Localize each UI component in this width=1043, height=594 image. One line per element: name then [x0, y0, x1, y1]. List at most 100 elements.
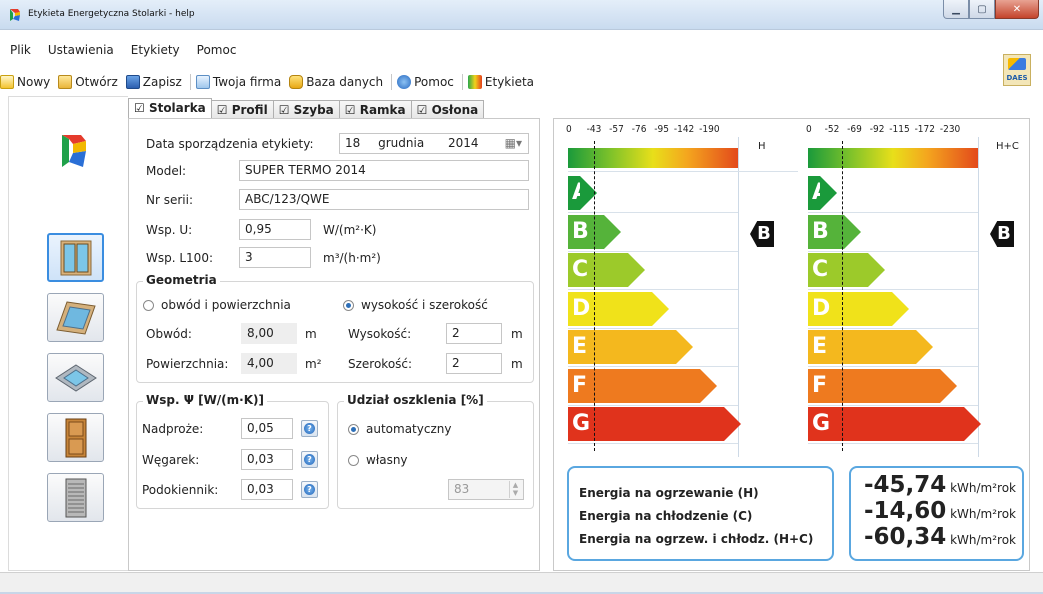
- minimize-button[interactable]: ▁: [943, 0, 969, 19]
- close-button[interactable]: ✕: [995, 0, 1039, 19]
- tab-oslona[interactable]: ☑ Osłona: [410, 100, 485, 119]
- tab-label: Szyba: [293, 103, 334, 117]
- help-icon: ?: [304, 423, 315, 434]
- scale-tick: -190: [699, 124, 720, 135]
- title-bar: Etykieta Energetyczna Stolarki - help ▁ …: [0, 0, 1043, 30]
- toolbar-separator: [189, 74, 191, 90]
- save-disk-icon: [125, 75, 140, 89]
- door-type-button[interactable]: [47, 413, 104, 462]
- radio-height-width[interactable]: wysokość i szerokość: [343, 298, 488, 312]
- hc-class-arrow-e: E: [808, 330, 933, 364]
- door-icon: [65, 418, 86, 457]
- database-button[interactable]: Baza danych: [289, 75, 383, 89]
- lintel-help-button[interactable]: ?: [301, 420, 318, 437]
- sill-input[interactable]: 0,03: [241, 479, 293, 500]
- scale-tick: -57: [609, 124, 624, 135]
- model-input[interactable]: SUPER TERMO 2014: [239, 160, 529, 181]
- corner-help-button[interactable]: ?: [301, 451, 318, 468]
- tab-strip: ☑ Stolarka ☑ Profil ☑ Szyba ☑ Ramka ☑ Os…: [128, 98, 485, 119]
- save-button[interactable]: Zapisz: [125, 75, 182, 89]
- radio-label: automatyczny: [366, 422, 452, 436]
- energy-labels-box: Energia na ogrzewanie (H) Energia na chł…: [567, 466, 834, 561]
- database-icon: [289, 75, 304, 89]
- radio-perimeter-area[interactable]: obwód i powierzchnia: [143, 298, 291, 312]
- menu-file[interactable]: Plik: [0, 43, 40, 63]
- shutter-type-button[interactable]: [47, 473, 104, 522]
- l100-unit: m³/(h·m²): [323, 251, 381, 265]
- maximize-button[interactable]: ▢: [969, 0, 995, 19]
- heating-energy-value: -45,74 kWh/m²rok: [864, 472, 1016, 498]
- hc-row-separator: [808, 327, 978, 329]
- height-unit: m: [511, 327, 523, 341]
- toolbar-separator: [461, 74, 463, 90]
- label-icon: [467, 75, 482, 89]
- scale-tick: -92: [869, 124, 885, 135]
- window-type-button[interactable]: [47, 233, 104, 282]
- date-day: 18: [345, 136, 361, 150]
- menu-settings[interactable]: Ustawienia: [40, 43, 123, 63]
- sill-help-button[interactable]: ?: [301, 481, 318, 498]
- u-input[interactable]: 0,95: [239, 219, 311, 240]
- company-button[interactable]: Twoja firma: [195, 75, 281, 89]
- menu-help[interactable]: Pomoc: [189, 43, 246, 63]
- scale-tick: -43: [586, 124, 602, 135]
- tab-szyba[interactable]: ☑ Szyba: [272, 100, 340, 119]
- save-button-label: Zapisz: [142, 75, 182, 89]
- hc-row-separator: [808, 212, 978, 213]
- help-icon: [397, 75, 412, 89]
- tab-stolarka[interactable]: ☑ Stolarka: [128, 98, 212, 119]
- area-label: Powierzchnia:: [146, 357, 229, 371]
- help-button[interactable]: Pomoc: [397, 75, 454, 89]
- corner-label: Węgarek:: [142, 453, 200, 467]
- close-icon: ✕: [1012, 3, 1022, 15]
- skylight-type-button[interactable]: [47, 353, 104, 402]
- glazing-spinner[interactable]: 83 ▲ ▼: [448, 479, 524, 500]
- help-button-label: Pomoc: [414, 75, 454, 89]
- glazing-value: 83: [454, 482, 470, 496]
- radio-glazing-auto[interactable]: automatyczny: [348, 422, 451, 436]
- hc-header: H+C: [996, 141, 1019, 152]
- hc-rating-badge: B: [990, 221, 1014, 247]
- cooling-energy-label: Energia na chłodzenie (C): [579, 509, 753, 523]
- corner-input[interactable]: 0,03: [241, 449, 293, 470]
- tab-ramka[interactable]: ☑ Ramka: [338, 100, 412, 119]
- stolarka-form: Data sporządzenia etykiety: 18 grudnia 2…: [128, 118, 540, 571]
- open-button[interactable]: Otwórz: [58, 75, 118, 89]
- hc-row-separator: [808, 289, 978, 290]
- lintel-input[interactable]: 0,05: [241, 418, 293, 439]
- energy-number: -60,34: [863, 524, 947, 550]
- radio-on-icon: [348, 423, 359, 435]
- scale-tick: -69: [847, 124, 862, 135]
- serial-input[interactable]: ABC/123/QWE: [239, 189, 529, 210]
- h-scale: 0 -43 -57 -76 -95 -142 -190: [566, 124, 720, 135]
- menu-labels[interactable]: Etykiety: [123, 43, 189, 63]
- date-picker[interactable]: 18 grudnia 2014 ▦▾: [339, 133, 529, 154]
- energy-unit: kWh/m²rok: [950, 533, 1016, 547]
- width-label: Szerokość:: [348, 357, 413, 371]
- h-class-arrow-d: D: [568, 291, 669, 326]
- spinner-arrows-icon[interactable]: ▲ ▼: [509, 481, 521, 498]
- radio-label: obwód i powierzchnia: [161, 298, 291, 312]
- u-unit: W/(m²·K): [323, 223, 377, 237]
- width-input[interactable]: 2: [446, 353, 502, 374]
- new-button[interactable]: Nowy: [0, 75, 50, 89]
- label-button[interactable]: Etykieta: [467, 75, 534, 89]
- roof-window-type-button[interactable]: [47, 293, 104, 342]
- serial-label: Nr serii:: [146, 193, 194, 207]
- scale-tick: -115: [889, 124, 910, 135]
- h-header: H: [758, 141, 766, 152]
- total-energy-value: -60,34 kWh/m²rok: [864, 524, 1016, 550]
- height-input[interactable]: 2: [446, 323, 502, 344]
- energy-values-box: -45,74 kWh/m²rok -14,60 kWh/m²rok -60,34…: [849, 466, 1024, 561]
- radio-label: wysokość i szerokość: [361, 298, 488, 312]
- shutter-icon: [65, 478, 86, 517]
- energy-number: -45,74: [863, 472, 947, 498]
- sill-label: Podokiennik:: [142, 483, 219, 497]
- hc-value-marker: [842, 141, 843, 451]
- radio-glazing-own[interactable]: własny: [348, 453, 408, 467]
- psi-group: Wsp. Ψ [W/(m·K)] Nadproże: 0,05 ? Węgare…: [136, 393, 329, 509]
- tab-profil[interactable]: ☑ Profil: [210, 100, 274, 119]
- l100-input[interactable]: 3: [239, 247, 311, 268]
- hc-class-arrow-b: B: [808, 214, 861, 249]
- calendar-dropdown-icon[interactable]: ▦▾: [505, 136, 522, 150]
